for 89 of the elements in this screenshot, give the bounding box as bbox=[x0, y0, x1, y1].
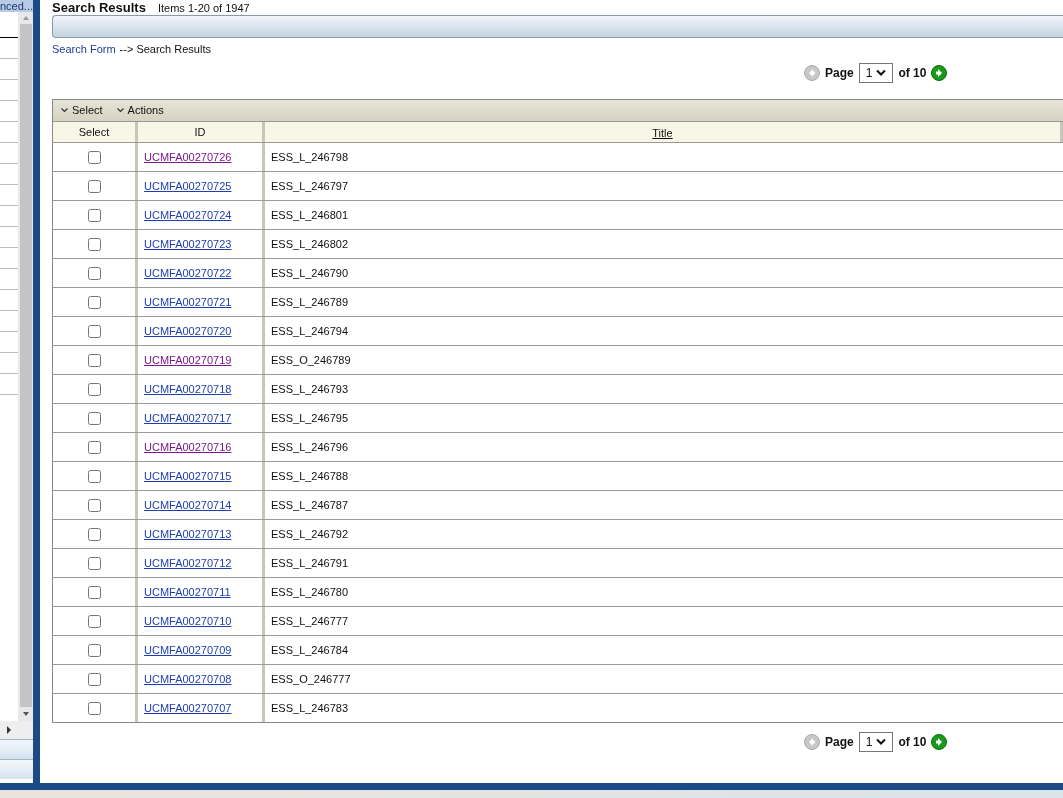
page-count: of 10 bbox=[898, 65, 927, 82]
table-cell-text: ESS_O_246789 bbox=[271, 352, 351, 368]
chevron-down-icon bbox=[876, 69, 887, 77]
row-checkbox[interactable] bbox=[87, 440, 101, 454]
table-cell-text: ESS_L_246791 bbox=[271, 555, 349, 571]
table-cell-text: ESS_O_246777 bbox=[271, 671, 351, 687]
page-label: Page bbox=[825, 734, 854, 751]
id-link[interactable]: UCMFA00270718 bbox=[144, 380, 232, 398]
page-label: Page bbox=[825, 65, 854, 82]
id-link[interactable]: UCMFA00270721 bbox=[144, 293, 232, 311]
panel-bar bbox=[0, 759, 33, 779]
table-cell-text: ESS_L_246795 bbox=[271, 410, 349, 426]
table-cell-text: ESS_L_246783 bbox=[271, 700, 349, 716]
table-cell-text: ESS_L_246784 bbox=[271, 642, 349, 658]
chevron-down-icon bbox=[116, 108, 124, 113]
row-checkbox[interactable] bbox=[87, 237, 101, 251]
id-link[interactable]: UCMFA00270722 bbox=[144, 264, 232, 282]
scroll-right-icon[interactable] bbox=[6, 726, 12, 734]
table-cell-text: ESS_L_246793 bbox=[271, 381, 349, 397]
toolbar-menu[interactable]: Select bbox=[61, 102, 103, 119]
column-header: Select bbox=[53, 122, 138, 142]
panel-bar bbox=[0, 739, 33, 759]
scrollbar[interactable] bbox=[18, 12, 33, 721]
table-cell-text: ESS_L_246794 bbox=[271, 323, 349, 339]
item-count: Items 1-20 of 1947 bbox=[157, 1, 250, 16]
row-checkbox[interactable] bbox=[87, 382, 101, 396]
id-link[interactable]: UCMFA00270723 bbox=[144, 235, 232, 253]
row-checkbox[interactable] bbox=[87, 411, 101, 425]
next-page-icon[interactable] bbox=[931, 734, 948, 750]
breadcrumb-current: --> Search Results bbox=[119, 42, 211, 55]
row-checkbox[interactable] bbox=[87, 614, 101, 628]
previous-page-icon[interactable] bbox=[804, 65, 820, 81]
id-link[interactable]: UCMFA00270717 bbox=[144, 409, 232, 427]
row-checkbox[interactable] bbox=[87, 498, 101, 512]
row-checkbox[interactable] bbox=[87, 150, 101, 164]
table-cell-text: ESS_L_246796 bbox=[271, 439, 349, 455]
chevron-down-icon bbox=[876, 738, 887, 746]
id-link[interactable]: UCMFA00270707 bbox=[144, 699, 232, 717]
row-checkbox[interactable] bbox=[87, 295, 101, 309]
table-cell-text: ESS_L_246798 bbox=[271, 149, 349, 165]
id-link[interactable]: UCMFA00270712 bbox=[144, 554, 232, 572]
id-link[interactable]: UCMFA00270716 bbox=[144, 438, 232, 456]
row-checkbox[interactable] bbox=[87, 179, 101, 193]
table-cell-text: ESS_L_246788 bbox=[271, 468, 349, 484]
page-title: Search Results bbox=[52, 0, 146, 17]
id-link[interactable]: UCMFA00270713 bbox=[144, 525, 232, 543]
id-link[interactable]: UCMFA00270725 bbox=[144, 177, 232, 195]
column-header: ID bbox=[138, 122, 265, 142]
row-checkbox[interactable] bbox=[87, 469, 101, 483]
table-cell-text: ESS_L_246787 bbox=[271, 497, 349, 513]
id-link[interactable]: UCMFA00270719 bbox=[144, 351, 232, 369]
row-checkbox[interactable] bbox=[87, 643, 101, 657]
id-link[interactable]: UCMFA00270724 bbox=[144, 206, 232, 224]
table-cell-text: ESS_L_246790 bbox=[271, 265, 349, 281]
row-checkbox[interactable] bbox=[87, 672, 101, 686]
row-checkbox[interactable] bbox=[87, 585, 101, 599]
row-checkbox[interactable] bbox=[87, 208, 101, 222]
table-cell-text: ESS_L_246780 bbox=[271, 584, 349, 600]
id-link[interactable]: UCMFA00270709 bbox=[144, 641, 232, 659]
row-checkbox[interactable] bbox=[87, 266, 101, 280]
id-link[interactable]: UCMFA00270720 bbox=[144, 322, 232, 340]
id-link[interactable]: UCMFA00270711 bbox=[144, 583, 231, 601]
toolbar-menu[interactable]: Actions bbox=[116, 102, 164, 119]
table-cell-text: ESS_L_246792 bbox=[271, 526, 349, 542]
page-count: of 10 bbox=[898, 734, 927, 751]
id-link[interactable]: UCMFA00270726 bbox=[144, 148, 232, 166]
table-cell-text: ESS_L_246789 bbox=[271, 294, 349, 310]
table-cell-text: ESS_L_246797 bbox=[271, 178, 349, 194]
scroll-thumb[interactable] bbox=[19, 24, 32, 707]
page-select[interactable]: 1 bbox=[858, 732, 894, 752]
table-cell-text: ESS_L_246777 bbox=[271, 613, 349, 629]
row-checkbox[interactable] bbox=[87, 701, 101, 715]
column-header[interactable]: Title bbox=[265, 122, 1063, 142]
previous-page-icon[interactable] bbox=[804, 734, 820, 750]
id-link[interactable]: UCMFA00270715 bbox=[144, 467, 232, 485]
row-checkbox[interactable] bbox=[87, 324, 101, 338]
id-link[interactable]: UCMFA00270714 bbox=[144, 496, 232, 514]
row-checkbox[interactable] bbox=[87, 527, 101, 541]
id-link[interactable]: UCMFA00270708 bbox=[144, 670, 232, 688]
breadcrumb-link[interactable]: Search Form bbox=[52, 41, 116, 55]
row-checkbox[interactable] bbox=[87, 353, 101, 367]
id-link[interactable]: UCMFA00270710 bbox=[144, 612, 232, 630]
side-tab[interactable]: nced... bbox=[0, 0, 33, 12]
chevron-down-icon bbox=[61, 108, 68, 113]
next-page-icon[interactable] bbox=[931, 65, 948, 81]
table-cell-text: ESS_L_246802 bbox=[271, 236, 349, 252]
row-checkbox[interactable] bbox=[87, 556, 101, 570]
table-cell-text: ESS_L_246801 bbox=[271, 207, 349, 223]
page-select[interactable]: 1 bbox=[858, 63, 894, 83]
